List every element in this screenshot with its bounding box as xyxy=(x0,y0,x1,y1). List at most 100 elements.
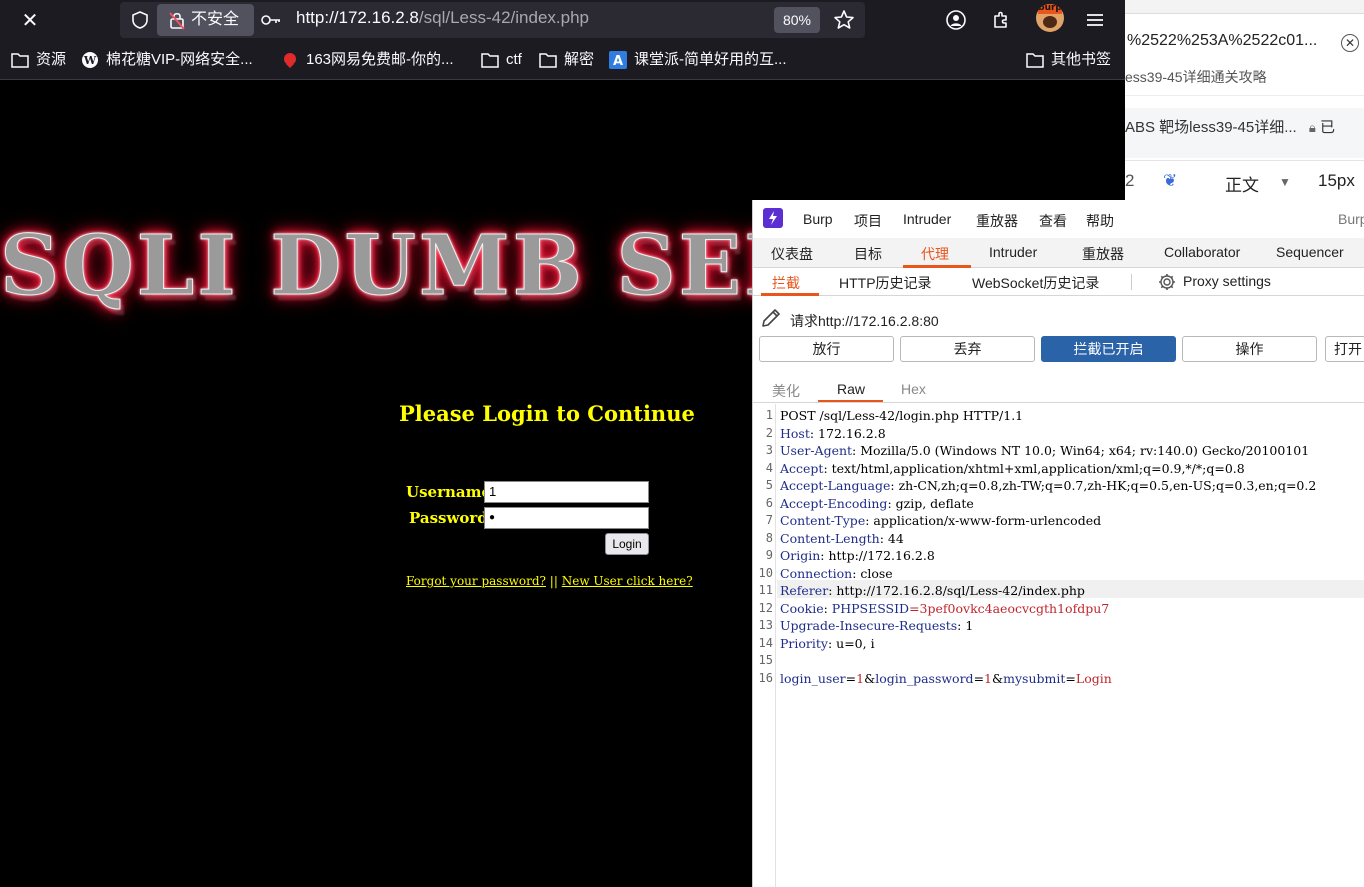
menu-intruder[interactable]: Intruder xyxy=(903,211,951,227)
header-value: : 172.16.2.8 xyxy=(809,425,886,441)
url-text[interactable]: http://172.16.2.8/sql/Less-42/index.php xyxy=(296,8,589,28)
zoom-level-button[interactable]: 80% xyxy=(774,7,820,33)
request-line: POST /sql/Less-42/login.php HTTP/1.1 xyxy=(780,408,1023,423)
bookmark-folder-resources[interactable]: 资源 xyxy=(10,50,66,70)
ketangpai-icon: A xyxy=(609,51,627,69)
tab-http-history[interactable]: HTTP历史记录 xyxy=(839,273,932,293)
bookmark-folder-other[interactable]: 其他书签 xyxy=(1025,50,1111,70)
insecure-connection-indicator[interactable]: 不安全 xyxy=(157,4,254,36)
shield-icon[interactable] xyxy=(130,10,150,30)
background-tab-strip xyxy=(1125,0,1364,14)
tab-hex[interactable]: Hex xyxy=(901,381,926,397)
param-delimiter: = xyxy=(1065,670,1076,686)
background-breadcrumb: ess39-45详细通关攻略 xyxy=(1125,66,1364,96)
menu-icon[interactable] xyxy=(1083,8,1107,32)
header-value: : close xyxy=(852,565,893,581)
bookmark-folder-ctf[interactable]: ctf xyxy=(480,50,522,70)
header-value: : zh-CN,zh;q=0.8,zh-TW;q=0.7,zh-HK;q=0.5… xyxy=(890,478,1317,493)
firefox-toolbar: ✕ 不安全 http://172.16.2.8/sql/Less-42/inde… xyxy=(0,0,1125,40)
tab-intruder[interactable]: Intruder xyxy=(989,244,1037,260)
star-icon[interactable] xyxy=(833,9,855,31)
folder-icon xyxy=(1026,53,1044,68)
url-bar[interactable]: 不安全 http://172.16.2.8/sql/Less-42/index.… xyxy=(120,2,865,38)
menu-view[interactable]: 查看 xyxy=(1039,211,1067,231)
style-select[interactable]: 正文 xyxy=(1225,171,1259,196)
tab-proxy[interactable]: 代理 xyxy=(921,244,949,264)
tab-target[interactable]: 目标 xyxy=(854,244,882,264)
header-name: Host xyxy=(780,425,810,441)
article-title-text: ABS 靶场less39-45详细... xyxy=(1125,119,1297,136)
bird-icon[interactable]: ❦ xyxy=(1163,171,1177,191)
param-delimiter: & xyxy=(992,670,1004,686)
param-value: Login xyxy=(1075,670,1112,686)
request-line: User-Agent: Mozilla/5.0 (Windows NT 10.0… xyxy=(780,443,1309,458)
account-icon[interactable] xyxy=(944,8,968,32)
folder-icon xyxy=(11,53,29,68)
close-icon[interactable]: ✕ xyxy=(1341,34,1359,52)
active-editor-tab-indicator xyxy=(818,400,883,402)
line-number: 7 xyxy=(765,513,773,527)
login-button[interactable]: Login xyxy=(605,533,649,555)
action-button[interactable]: 操作 xyxy=(1182,336,1317,362)
menu-project[interactable]: 项目 xyxy=(854,211,882,231)
extensions-icon[interactable] xyxy=(989,8,1013,32)
forward-button[interactable]: 放行 xyxy=(759,336,894,362)
menu-burp[interactable]: Burp xyxy=(803,211,833,227)
line-number: 14 xyxy=(758,635,773,650)
tab-intercept[interactable]: 拦截 xyxy=(772,273,800,293)
folder-icon xyxy=(539,53,557,68)
header-name: Content-Length xyxy=(780,530,880,546)
drop-button[interactable]: 丢弃 xyxy=(900,336,1035,362)
header-value: : 1 xyxy=(957,618,974,633)
header-name: Cookie xyxy=(780,600,824,616)
tab-dashboard[interactable]: 仪表盘 xyxy=(771,244,813,264)
toolbar-fragment: 2 xyxy=(1125,171,1135,190)
bookmark-label: 其他书签 xyxy=(1051,51,1112,68)
header-value: : text/html,application/xhtml+xml,applic… xyxy=(823,460,1245,476)
tab-websocket-history[interactable]: WebSocket历史记录 xyxy=(972,273,1099,293)
bookmark-folder-decrypt[interactable]: 解密 xyxy=(538,50,594,70)
open-browser-button[interactable]: 打开 xyxy=(1325,336,1364,362)
menu-help[interactable]: 帮助 xyxy=(1086,211,1114,231)
key-icon[interactable] xyxy=(260,10,282,30)
burp-extension-icon[interactable]: burp xyxy=(1036,4,1064,32)
param-name: login_user xyxy=(780,670,846,686)
proxy-sub-tabs: 拦截 HTTP历史记录 WebSocket历史记录 Proxy settings xyxy=(753,268,1364,296)
new-user-link[interactable]: New User click here? xyxy=(562,574,693,588)
request-line: Origin: http://172.16.2.8 xyxy=(780,548,935,563)
tab-pretty[interactable]: 美化 xyxy=(772,381,800,401)
menu-repeater[interactable]: 重放器 xyxy=(976,211,1018,231)
request-line: Accept: text/html,application/xhtml+xml,… xyxy=(780,461,1245,476)
forgot-password-link[interactable]: Forgot your password? xyxy=(406,574,546,588)
line-number: 15 xyxy=(758,653,773,667)
request-line: Host: 172.16.2.8 xyxy=(780,426,886,441)
password-input[interactable]: ● xyxy=(484,507,649,529)
tab-repeater[interactable]: 重放器 xyxy=(1082,244,1124,264)
burp-extension-label: burp xyxy=(1038,4,1062,14)
bookmark-ketangpai[interactable]: A 课堂派-简单好用的互... xyxy=(608,50,787,70)
request-editor[interactable]: 1 2 3 4 5 6 7 8 9 10 11 12 13 14 15 16 POST /sql/Less-4… xyxy=(753,404,1364,887)
param-delimiter: = xyxy=(973,670,985,686)
font-size-select[interactable]: 15px xyxy=(1318,171,1355,191)
proxy-settings-link[interactable]: Proxy settings xyxy=(1183,273,1271,289)
tab-raw[interactable]: Raw xyxy=(837,381,865,397)
bookmark-mianhuatang[interactable]: W 棉花糖VIP-网络安全... xyxy=(80,50,253,70)
web-page: SQLI DUMB SERIES Please Login to Continu… xyxy=(0,80,752,887)
chevron-down-icon[interactable]: ▼ xyxy=(1279,175,1291,189)
pencil-icon[interactable] xyxy=(759,306,783,330)
request-line: Priority: u=0, i xyxy=(780,636,875,651)
tab-collaborator[interactable]: Collaborator xyxy=(1164,244,1240,260)
header-value: : application/x-www-form-urlencoded xyxy=(865,513,1102,528)
header-value: : gzip, deflate xyxy=(887,495,974,511)
background-url-text[interactable]: %2522%253A%2522c01... xyxy=(1127,32,1317,50)
bookmark-163-mail[interactable]: 163网易免费邮-你的... xyxy=(280,50,454,70)
username-input[interactable]: 1 xyxy=(484,481,649,503)
intercept-toggle-button[interactable]: 拦截已开启 xyxy=(1041,336,1176,362)
insecure-label: 不安全 xyxy=(191,11,240,28)
editor-toolbar: 2 ❦ 正文 ▼ 15px xyxy=(1125,160,1364,200)
param-value: 1 xyxy=(856,670,865,686)
line-number: 13 xyxy=(758,618,773,632)
tab-sequencer[interactable]: Sequencer xyxy=(1276,244,1344,260)
close-icon[interactable]: ✕ xyxy=(18,8,42,32)
gear-icon[interactable] xyxy=(1157,272,1177,292)
